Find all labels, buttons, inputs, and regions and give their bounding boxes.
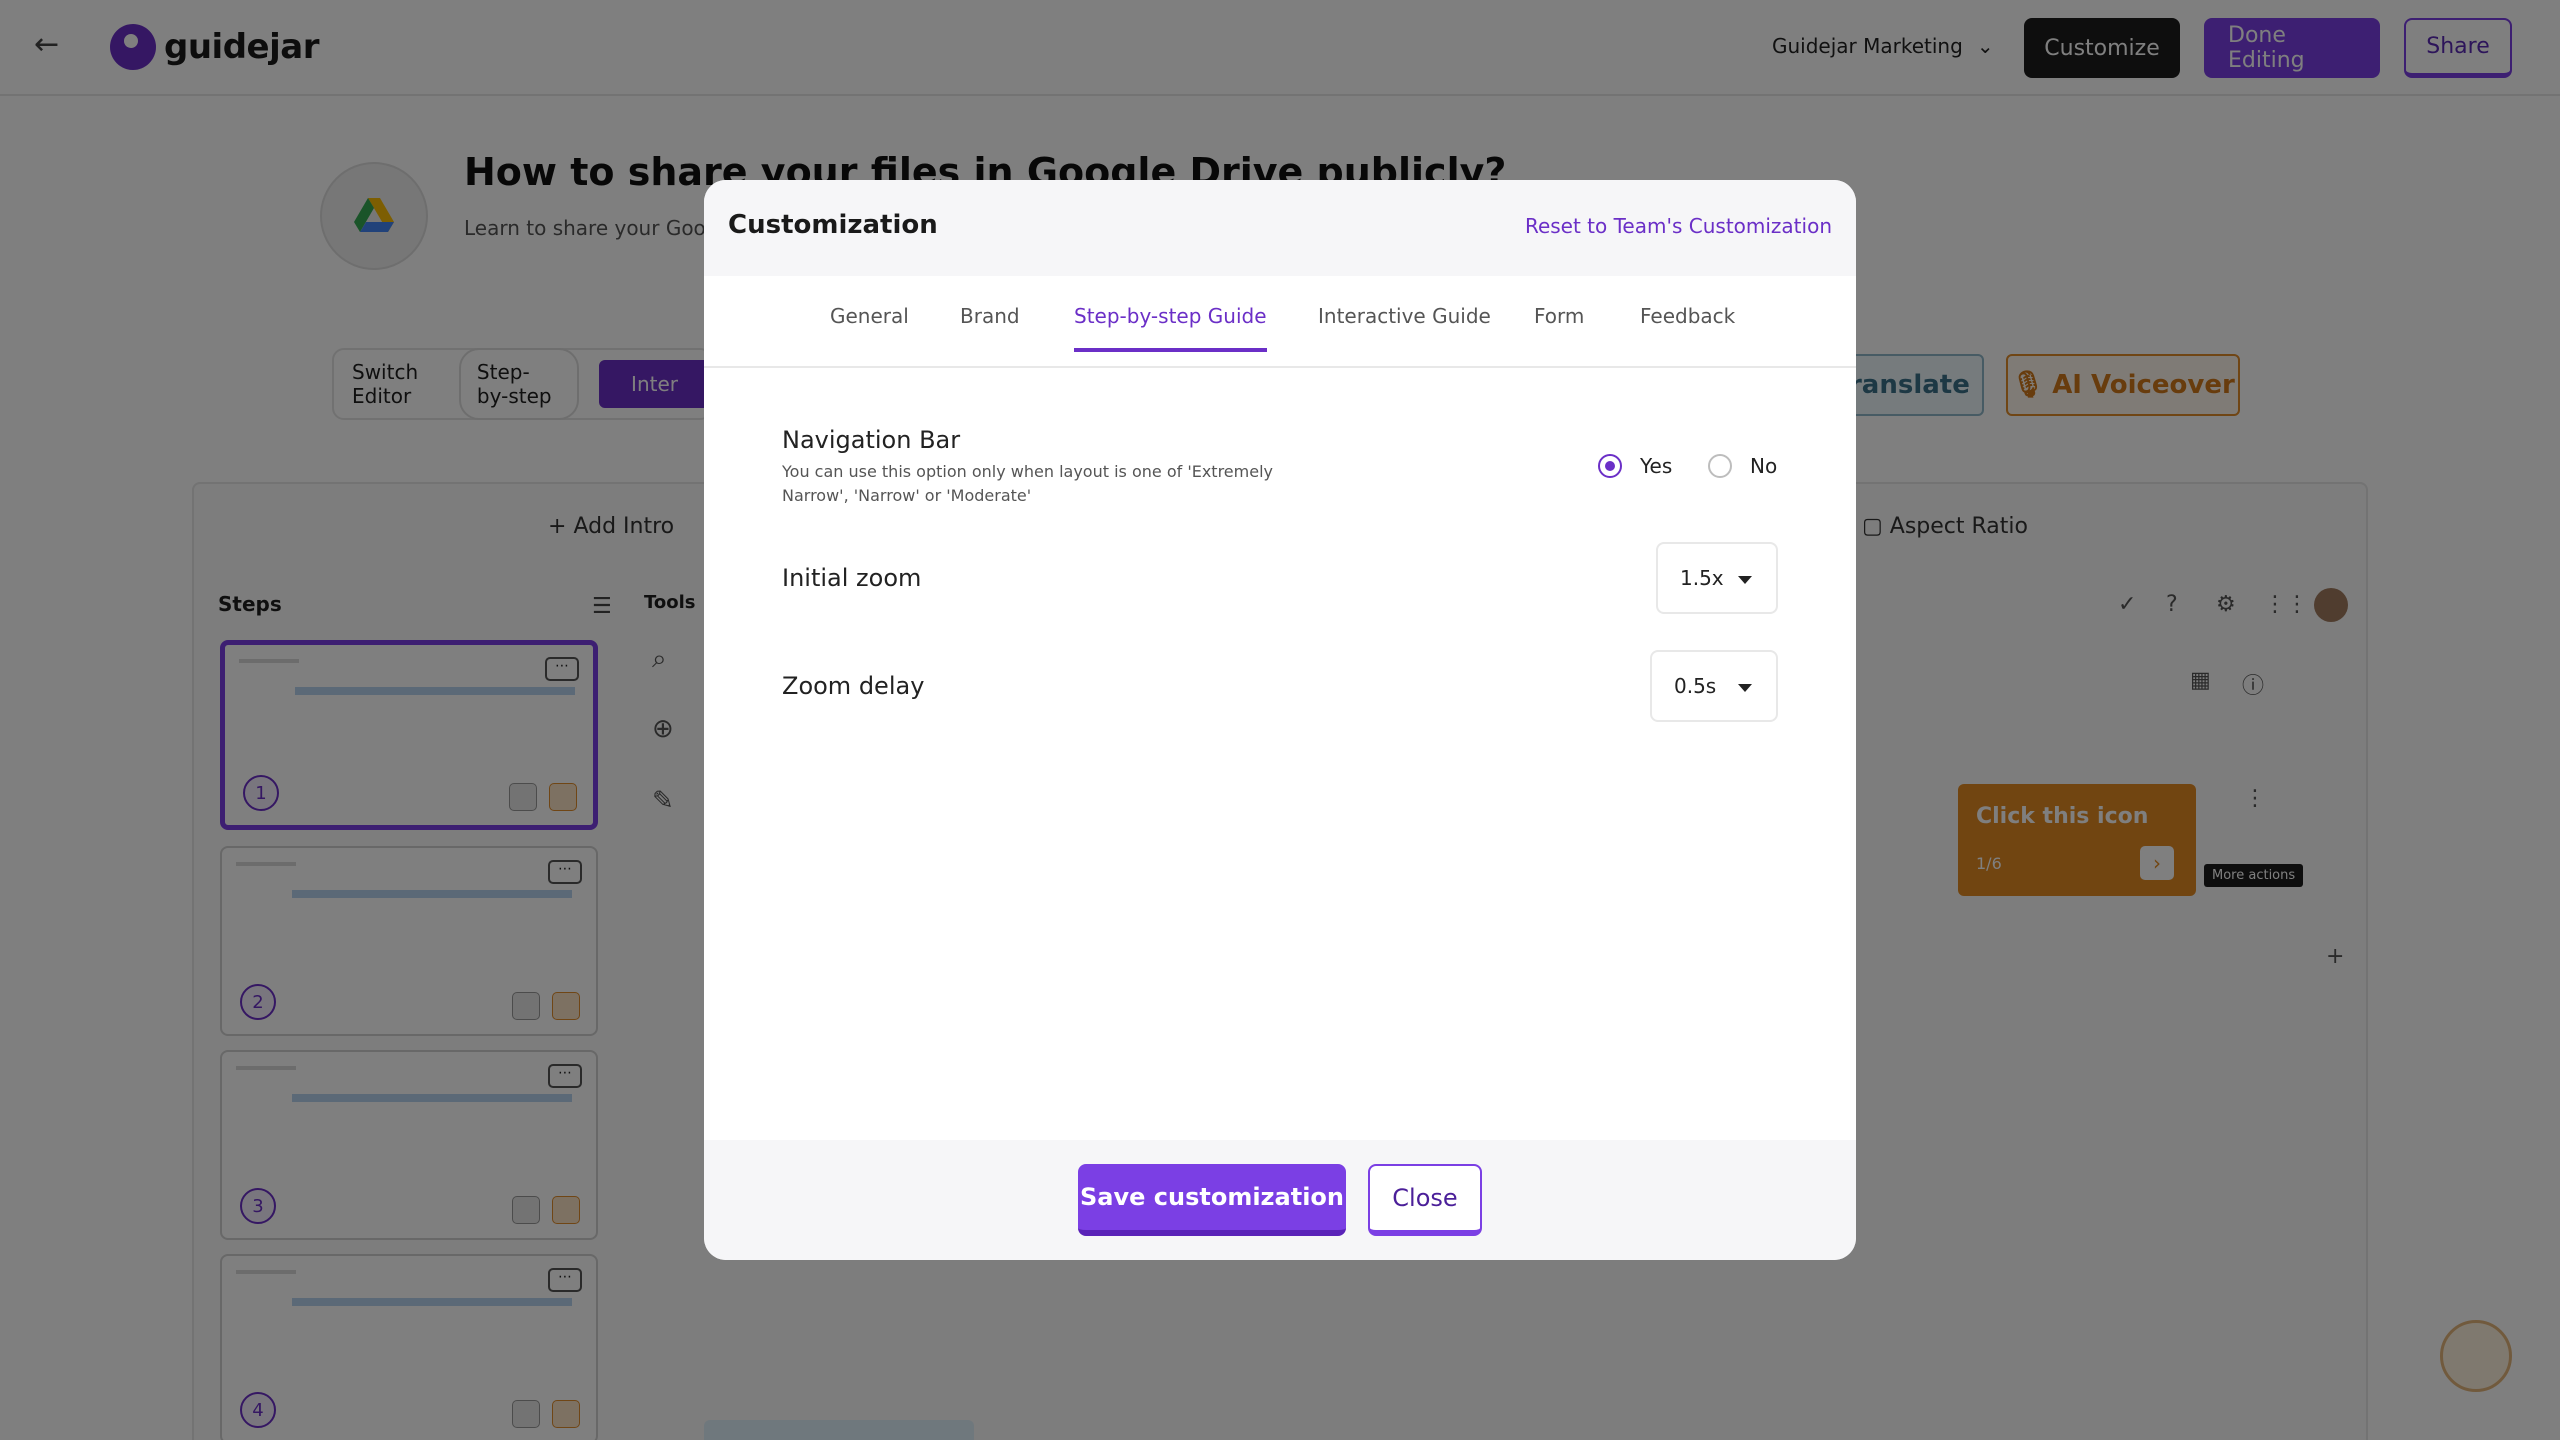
tab-brand[interactable]: Brand (960, 304, 1020, 350)
navigation-bar-label: Navigation Bar (782, 426, 961, 454)
radio-no-label: No (1750, 454, 1778, 478)
initial-zoom-value: 1.5x (1680, 566, 1724, 590)
radio-unchecked-icon (1708, 454, 1732, 478)
close-button[interactable]: Close (1368, 1164, 1482, 1236)
modal-title: Customization (728, 210, 938, 240)
modal-header: Customization Reset to Team's Customizat… (704, 180, 1856, 276)
tab-step-by-step-guide[interactable]: Step-by-step Guide (1074, 304, 1267, 352)
zoom-delay-select[interactable]: 0.5s (1650, 650, 1778, 722)
zoom-delay-label: Zoom delay (782, 672, 925, 700)
reset-team-customization-link[interactable]: Reset to Team's Customization (1525, 214, 1832, 238)
initial-zoom-select[interactable]: 1.5x (1656, 542, 1778, 614)
initial-zoom-label: Initial zoom (782, 564, 922, 592)
tab-interactive-guide[interactable]: Interactive Guide (1318, 304, 1491, 350)
radio-checked-icon (1598, 454, 1622, 478)
caret-down-icon (1738, 576, 1752, 584)
radio-yes-label: Yes (1640, 454, 1673, 478)
navigation-bar-yes-radio[interactable]: Yes (1598, 454, 1672, 478)
tab-bar: General Brand Step-by-step Guide Interac… (704, 276, 1856, 368)
save-customization-button[interactable]: Save customization (1078, 1164, 1346, 1236)
tab-feedback[interactable]: Feedback (1640, 304, 1735, 350)
customization-modal: Customization Reset to Team's Customizat… (704, 180, 1856, 1260)
tab-form[interactable]: Form (1534, 304, 1584, 350)
zoom-delay-value: 0.5s (1674, 674, 1717, 698)
caret-down-icon (1738, 684, 1752, 692)
navigation-bar-help: You can use this option only when layout… (782, 462, 1273, 505)
tab-general[interactable]: General (830, 304, 909, 350)
navigation-bar-no-radio[interactable]: No (1708, 454, 1777, 478)
